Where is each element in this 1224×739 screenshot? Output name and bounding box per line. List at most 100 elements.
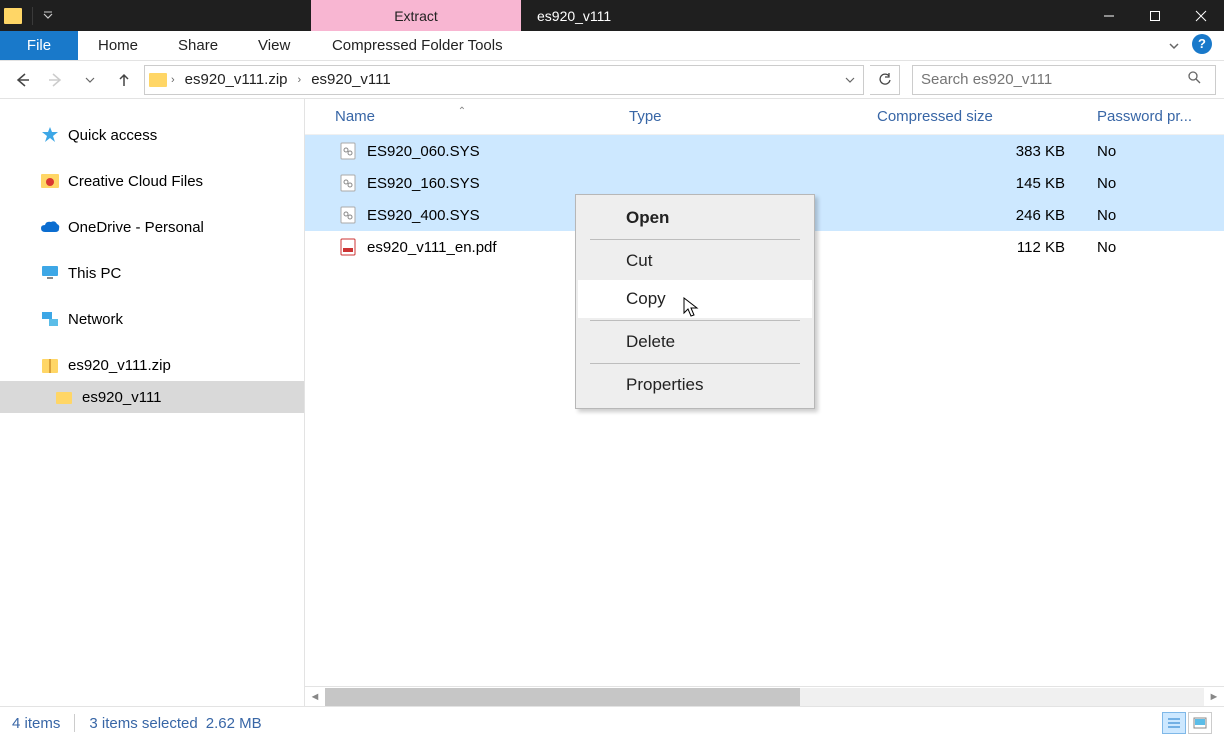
file-pw-cell: No (1087, 207, 1224, 224)
horizontal-scrollbar[interactable]: ◄ ► (305, 686, 1224, 706)
nav-zip[interactable]: es920_v111.zip (0, 349, 304, 381)
help-button[interactable]: ? (1192, 34, 1216, 58)
sort-indicator-icon: ⌃ (458, 106, 466, 117)
menu-label: Delete (626, 332, 675, 352)
minimize-button[interactable] (1086, 0, 1132, 31)
window-controls (1086, 0, 1224, 31)
back-button[interactable] (8, 66, 36, 94)
title-bar: Extract es920_v111 (0, 0, 1224, 31)
nav-this-pc[interactable]: This PC (0, 257, 304, 289)
zip-icon (40, 355, 60, 375)
tab-compressed-tools[interactable]: Compressed Folder Tools (312, 31, 522, 60)
scroll-right-icon[interactable]: ► (1204, 691, 1224, 703)
file-name: es920_v111_en.pdf (367, 239, 497, 256)
chevron-right-icon[interactable]: › (171, 74, 175, 86)
ribbon: File Home Share View Compressed Folder T… (0, 31, 1224, 61)
scroll-thumb[interactable] (325, 688, 800, 706)
file-name-cell: ES920_060.SYS (305, 141, 619, 161)
spacer (522, 31, 1156, 60)
menu-cut[interactable]: Cut (578, 242, 812, 280)
breadcrumb[interactable]: es920_v111 (305, 71, 397, 88)
folder-icon (40, 171, 60, 191)
file-icon (339, 237, 357, 257)
column-password[interactable]: Password pr... (1087, 108, 1224, 125)
file-name: ES920_060.SYS (367, 143, 480, 160)
folder-icon (149, 73, 167, 87)
nav-quick-access[interactable]: Quick access (0, 119, 304, 151)
tab-view[interactable]: View (238, 31, 310, 60)
nav-label: Network (68, 311, 123, 328)
scroll-track[interactable] (325, 688, 1204, 706)
contextual-tab-header: Extract (311, 0, 521, 31)
status-item-count: 4 items (12, 715, 60, 732)
file-icon (339, 173, 357, 193)
refresh-button[interactable] (870, 65, 900, 95)
column-label: Compressed size (877, 108, 993, 125)
file-name-cell: ES920_160.SYS (305, 173, 619, 193)
window-title-text: es920_v111 (537, 8, 611, 24)
menu-delete[interactable]: Delete (578, 323, 812, 361)
help-icon: ? (1192, 34, 1212, 54)
nav-label: Creative Cloud Files (68, 173, 203, 190)
search-input[interactable] (921, 71, 1187, 88)
folder-icon (4, 8, 22, 24)
maximize-button[interactable] (1132, 0, 1178, 31)
nav-creative-cloud[interactable]: Creative Cloud Files (0, 165, 304, 197)
nav-label: es920_v111 (82, 389, 162, 406)
close-button[interactable] (1178, 0, 1224, 31)
menu-copy[interactable]: Copy (578, 280, 812, 318)
nav-zip-child[interactable]: es920_v111 (0, 381, 304, 413)
context-menu: Open Cut Copy Delete Properties (575, 194, 815, 409)
details-view-button[interactable] (1162, 712, 1186, 734)
nav-onedrive[interactable]: OneDrive - Personal (0, 211, 304, 243)
address-bar[interactable]: › es920_v111.zip › es920_v111 (144, 65, 864, 95)
file-tab-label: File (27, 37, 51, 54)
column-type[interactable]: Type (619, 108, 867, 125)
nav-label: es920_v111.zip (68, 357, 171, 374)
recent-dropdown[interactable] (76, 66, 104, 94)
separator (590, 363, 800, 364)
status-bar: 4 items 3 items selected 2.62 MB (0, 706, 1224, 739)
file-tab[interactable]: File (0, 31, 78, 60)
up-button[interactable] (110, 66, 138, 94)
menu-open[interactable]: Open (578, 199, 812, 237)
status-selection: 3 items selected (89, 715, 197, 732)
folder-icon (54, 387, 74, 407)
file-pw-cell: No (1087, 143, 1224, 160)
breadcrumb[interactable]: es920_v111.zip (179, 71, 294, 88)
file-pw-cell: No (1087, 175, 1224, 192)
forward-button[interactable] (42, 66, 70, 94)
qat-dropdown[interactable] (39, 11, 57, 21)
scroll-left-icon[interactable]: ◄ (305, 691, 325, 703)
nav-network[interactable]: Network (0, 303, 304, 335)
menu-label: Cut (626, 251, 652, 271)
column-headers: ⌃ Name Type Compressed size Password pr.… (305, 99, 1224, 135)
tab-label: View (258, 37, 290, 54)
address-dropdown[interactable] (841, 75, 859, 85)
column-size[interactable]: Compressed size (867, 108, 1087, 125)
file-icon (339, 141, 357, 161)
menu-label: Open (626, 208, 669, 228)
pc-icon (40, 263, 60, 283)
column-name[interactable]: ⌃ Name (305, 108, 619, 125)
nav-label: OneDrive - Personal (68, 219, 204, 236)
file-size-cell: 246 KB (867, 207, 1087, 224)
star-icon (40, 125, 60, 145)
thumbnails-view-button[interactable] (1188, 712, 1212, 734)
menu-properties[interactable]: Properties (578, 366, 812, 404)
search-icon[interactable] (1187, 70, 1207, 89)
contextual-tab-label: Extract (394, 8, 438, 24)
menu-label: Copy (626, 289, 666, 309)
tab-home[interactable]: Home (78, 31, 158, 60)
tab-label: Share (178, 37, 218, 54)
ribbon-collapse[interactable] (1156, 31, 1192, 60)
separator (74, 714, 75, 732)
file-row[interactable]: ES920_060.SYS 383 KBNo (305, 135, 1224, 167)
search-box[interactable] (912, 65, 1216, 95)
chevron-right-icon[interactable]: › (298, 74, 302, 86)
tab-share[interactable]: Share (158, 31, 238, 60)
breadcrumb-label: es920_v111 (311, 71, 391, 88)
file-size-cell: 383 KB (867, 143, 1087, 160)
tab-label: Home (98, 37, 138, 54)
separator (32, 7, 33, 25)
